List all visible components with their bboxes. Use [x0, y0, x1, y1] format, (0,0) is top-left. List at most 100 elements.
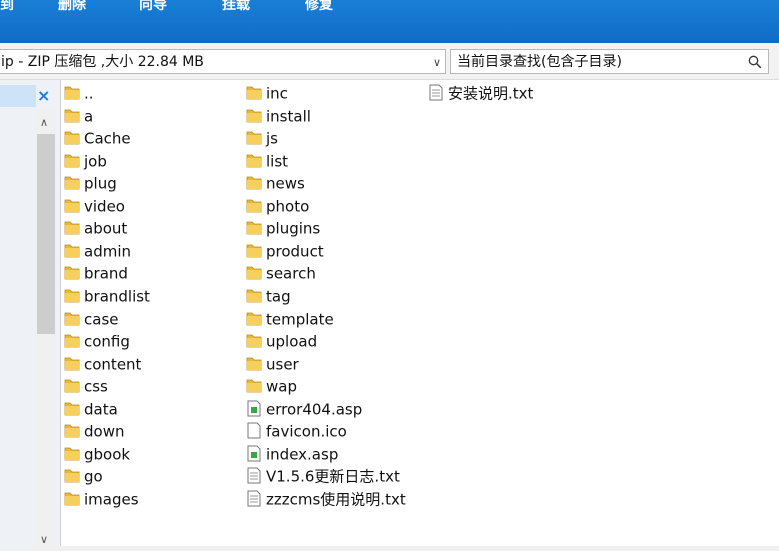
folder-item[interactable]: config	[63, 331, 130, 351]
folder-icon	[63, 174, 81, 191]
folder-item[interactable]: template	[245, 309, 334, 329]
folder-item[interactable]: plugins	[245, 218, 320, 238]
folder-item[interactable]: ..	[63, 83, 94, 103]
selected-tree-item[interactable]	[0, 85, 36, 107]
file-item[interactable]: error404.asp	[245, 399, 362, 419]
folder-item[interactable]: upload	[245, 331, 317, 351]
toolbar-button-goto[interactable]: 到	[0, 0, 14, 16]
folder-item[interactable]: inc	[245, 83, 288, 103]
folder-item[interactable]: about	[63, 218, 127, 238]
file-name: content	[84, 355, 142, 374]
chevron-down-icon[interactable]: ∨	[433, 50, 441, 73]
file-name: error404.asp	[266, 400, 363, 419]
text-file-icon	[245, 490, 263, 507]
file-name: user	[266, 355, 299, 374]
folder-icon	[245, 355, 263, 372]
folder-item[interactable]: data	[63, 399, 118, 419]
toolbar-button-wizard[interactable]: 向导	[139, 0, 167, 16]
folder-icon	[63, 197, 81, 214]
file-item[interactable]: zzzcms使用说明.txt	[245, 489, 406, 509]
folder-icon	[63, 84, 81, 101]
file-item[interactable]: V1.5.6更新日志.txt	[245, 466, 400, 486]
folder-item[interactable]: brandlist	[63, 286, 150, 306]
file-name: admin	[84, 242, 131, 261]
folder-item[interactable]: video	[63, 196, 125, 216]
file-name: case	[84, 310, 119, 328]
folder-icon	[245, 287, 263, 304]
scroll-down-icon[interactable]: ∨	[40, 533, 48, 546]
file-name: photo	[266, 197, 310, 216]
file-name: images	[84, 490, 139, 509]
folder-item[interactable]: wap	[245, 376, 297, 396]
scroll-thumb[interactable]	[37, 134, 55, 334]
folder-item[interactable]: css	[63, 376, 108, 396]
file-name: brand	[84, 264, 128, 283]
file-item[interactable]: favicon.ico	[245, 421, 347, 441]
folder-icon	[245, 310, 263, 327]
folder-item[interactable]: tag	[245, 286, 291, 306]
script-file-icon	[245, 445, 263, 462]
file-name: index.asp	[266, 445, 339, 464]
folder-icon	[63, 129, 81, 146]
path-dropdown[interactable]: ip - ZIP 压缩包 ,大小 22.84 MB ∨	[0, 49, 446, 74]
search-input[interactable]: 当前目录查找(包含子目录)	[450, 49, 769, 74]
file-name: Cache	[84, 129, 131, 148]
folder-icon	[63, 332, 81, 349]
folder-item[interactable]: case	[63, 309, 118, 329]
file-name: gbook	[84, 445, 131, 464]
file-item[interactable]: 安装说明.txt	[427, 83, 533, 103]
search-icon[interactable]	[748, 55, 762, 69]
folder-item[interactable]: go	[63, 466, 103, 486]
file-name: go	[84, 467, 103, 486]
file-name: install	[266, 107, 311, 126]
file-name: upload	[266, 332, 318, 351]
folder-icon	[63, 422, 81, 439]
file-name: brandlist	[84, 287, 150, 306]
scrollbar[interactable]: ∧ ∨	[36, 110, 56, 550]
toolbar-button-delete[interactable]: 删除	[58, 0, 86, 16]
toolbar-button-repair[interactable]: 修复	[305, 0, 333, 16]
folder-item[interactable]: photo	[245, 196, 309, 216]
folder-item[interactable]: admin	[63, 241, 131, 261]
folder-item[interactable]: images	[63, 489, 139, 509]
folder-icon	[63, 287, 81, 304]
folder-item[interactable]: news	[245, 173, 305, 193]
folder-icon	[63, 400, 81, 417]
file-name: data	[84, 400, 118, 419]
folder-item[interactable]: install	[245, 106, 311, 126]
folder-item[interactable]: gbook	[63, 444, 130, 464]
folder-icon	[63, 264, 81, 281]
file-name: favicon.ico	[266, 422, 347, 441]
file-name: js	[266, 129, 278, 148]
folder-item[interactable]: down	[63, 421, 124, 441]
file-item[interactable]: index.asp	[245, 444, 338, 464]
folder-icon	[63, 467, 81, 484]
text-file-icon	[427, 84, 445, 101]
file-name: ..	[84, 84, 94, 103]
folder-item[interactable]: Cache	[63, 128, 131, 148]
close-icon[interactable]: ×	[37, 88, 50, 104]
folder-item[interactable]: content	[63, 354, 141, 374]
file-name: config	[84, 332, 130, 351]
toolbar-button-mount[interactable]: 挂载	[222, 0, 250, 16]
folder-icon	[245, 197, 263, 214]
folder-item[interactable]: list	[245, 151, 288, 171]
folder-item[interactable]: job	[63, 151, 107, 171]
file-name: 安装说明.txt	[448, 84, 534, 103]
file-name: video	[84, 197, 125, 216]
file-name: V1.5.6更新日志.txt	[266, 467, 400, 486]
folder-item[interactable]: brand	[63, 263, 128, 283]
folder-item[interactable]: plug	[63, 173, 117, 193]
file-name: css	[84, 377, 108, 396]
scroll-up-icon[interactable]: ∧	[40, 116, 48, 129]
folder-icon	[63, 445, 81, 462]
folder-item[interactable]: a	[63, 106, 93, 126]
file-name: a	[84, 107, 94, 126]
folder-icon	[245, 219, 263, 236]
folder-item[interactable]: js	[245, 128, 278, 148]
folder-icon	[245, 129, 263, 146]
folder-item[interactable]: user	[245, 354, 299, 374]
folder-item[interactable]: product	[245, 241, 324, 261]
folder-item[interactable]: search	[245, 263, 316, 283]
file-name: about	[84, 219, 128, 238]
